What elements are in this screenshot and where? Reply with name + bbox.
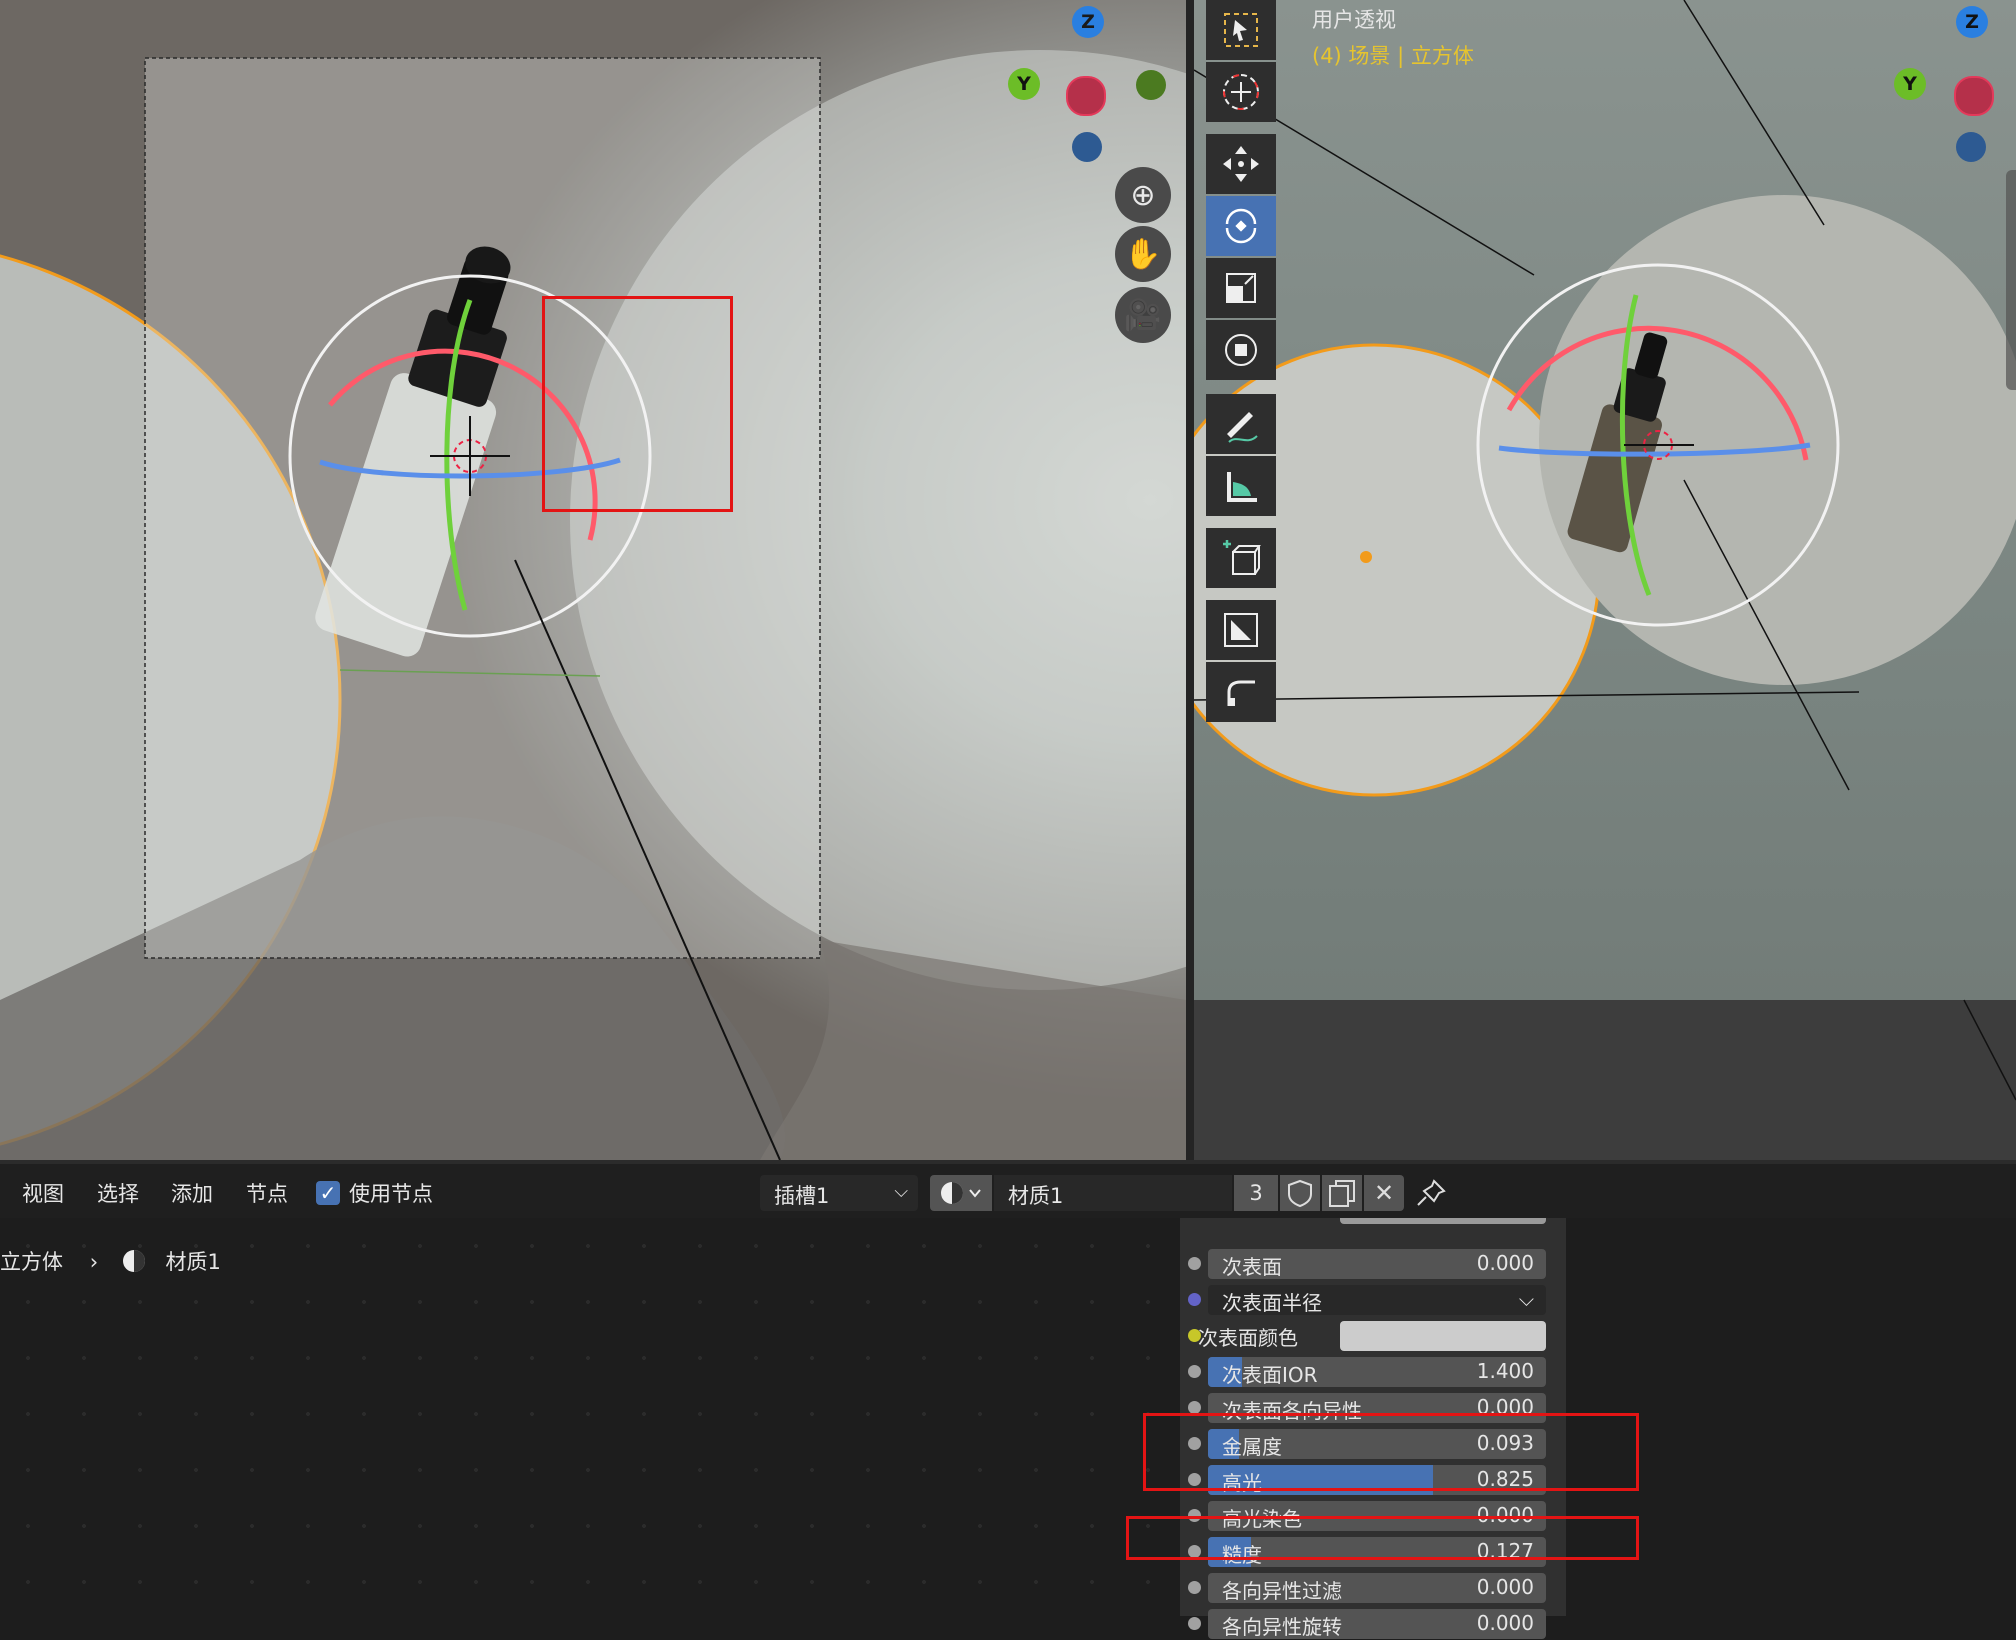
duplicate-icon[interactable] (1322, 1175, 1362, 1211)
socket-label: 各向异性旋转 (1222, 1615, 1342, 1639)
breadcrumb-material: 材质1 (165, 1250, 221, 1274)
zoom-icon[interactable]: ⊕ (1115, 167, 1171, 223)
viewport-scene (0, 50, 1186, 1160)
socket-dot[interactable] (1188, 1617, 1201, 1630)
node-socket-row[interactable]: 各向异性过滤 0.000 (1180, 1572, 1566, 1604)
node-socket-row[interactable]: 次表面颜色 (1180, 1320, 1566, 1352)
camera-icon[interactable]: 🎥 (1115, 287, 1171, 343)
material-sphere-icon (941, 1182, 981, 1204)
highlight-box-roughness (1126, 1516, 1639, 1560)
socket-label: 次表面颜色 (1198, 1326, 1298, 1350)
value-slider[interactable]: 各向异性旋转 0.000 (1208, 1609, 1546, 1639)
node-socket-row[interactable]: 各向异性旋转 0.000 (1180, 1608, 1566, 1640)
node-socket-row[interactable]: 次表面半径 ⌵ (1180, 1284, 1566, 1316)
bevel-icon[interactable] (1206, 662, 1276, 722)
axis-neg-z-gizmo[interactable] (1072, 132, 1102, 162)
cursor-icon[interactable] (1206, 62, 1276, 122)
dropdown-field[interactable]: 次表面半径 ⌵ (1208, 1285, 1546, 1315)
slot-label: 插槽1 (774, 1184, 830, 1208)
socket-label: 次表面半径 (1222, 1291, 1322, 1315)
socket-dot[interactable] (1188, 1365, 1201, 1378)
axis-neg-y-gizmo[interactable] (1136, 70, 1166, 100)
transform-icon[interactable] (1206, 320, 1276, 380)
socket-dot[interactable] (1188, 1581, 1201, 1594)
chevron-right-icon: › (89, 1250, 99, 1274)
axis-z-gizmo[interactable]: Z (1956, 6, 1988, 38)
pin-icon[interactable] (1412, 1175, 1452, 1211)
use-nodes-label[interactable]: 使用节点 (349, 1178, 433, 1208)
axis-neg-z-gizmo[interactable] (1956, 132, 1986, 162)
highlight-box-metal-specular (1143, 1413, 1639, 1491)
measure-icon[interactable] (1206, 456, 1276, 516)
scale-icon[interactable] (1206, 258, 1276, 318)
breadcrumb-object: 立方体 (0, 1250, 63, 1274)
axis-z-gizmo[interactable]: Z (1072, 6, 1104, 38)
sidebar-toggle-tab[interactable] (2006, 170, 2016, 390)
axis-y-gizmo[interactable]: Y (1008, 68, 1040, 100)
chevron-down-icon: ⌵ (1518, 1287, 1534, 1311)
material-name: 材质1 (1008, 1184, 1064, 1208)
socket-label: 各向异性过滤 (1222, 1579, 1342, 1603)
hand-icon[interactable]: ✋ (1115, 226, 1171, 282)
axis-y-gizmo[interactable]: Y (1894, 68, 1926, 100)
material-browse-button[interactable] (930, 1175, 992, 1211)
axis-x-gizmo[interactable] (1066, 76, 1106, 116)
menu-node[interactable]: 节点 (246, 1178, 288, 1208)
menu-view[interactable]: 视图 (22, 1178, 64, 1208)
color-swatch[interactable] (1340, 1321, 1546, 1351)
move-icon[interactable] (1206, 134, 1276, 194)
node-socket-row[interactable]: 次表面 0.000 (1180, 1248, 1566, 1280)
menu-add[interactable]: 添加 (171, 1178, 213, 1208)
select-box-icon[interactable] (1206, 0, 1276, 60)
slot-dropdown[interactable]: 插槽1 ⌵ (760, 1175, 918, 1211)
socket-label: 次表面IOR (1222, 1363, 1318, 1387)
socket-value: 0.000 (1476, 1251, 1534, 1275)
value-slider[interactable]: 次表面IOR 1.400 (1208, 1357, 1546, 1387)
unlink-close-icon[interactable]: ✕ (1364, 1175, 1404, 1211)
viewport-divider[interactable] (1186, 0, 1194, 1160)
material-users-count[interactable]: 3 (1234, 1175, 1278, 1211)
viewport-subtitle: (4) 场景 | 立方体 (1312, 44, 1474, 68)
node-socket-row[interactable]: 次表面IOR 1.400 (1180, 1356, 1566, 1388)
tool-shelf (1206, 0, 1278, 724)
perspective-viewport[interactable]: 用户透视 (4) 场景 | 立方体 Z Y (1194, 0, 2016, 1160)
viewport-scene-right (1194, 0, 2016, 1160)
material-name-field[interactable]: 材质1 (994, 1175, 1232, 1211)
material-sphere-icon (121, 1248, 147, 1274)
socket-value: 0.000 (1476, 1611, 1534, 1635)
rotate-icon[interactable] (1206, 196, 1276, 256)
add-cube-icon[interactable] (1206, 528, 1276, 588)
annotate-icon[interactable] (1206, 394, 1276, 454)
fake-user-shield-icon[interactable] (1280, 1175, 1320, 1211)
use-nodes-checkbox[interactable]: ✓ (316, 1181, 340, 1205)
camera-viewport[interactable]: Z Y ⊕ ✋ 🎥 (0, 0, 1186, 1160)
value-slider[interactable]: 次表面 0.000 (1208, 1249, 1546, 1279)
socket-label: 次表面 (1222, 1255, 1282, 1279)
inset-icon[interactable] (1206, 600, 1276, 660)
socket-value: 1.400 (1476, 1359, 1534, 1383)
scroll-indicator (1340, 1218, 1546, 1224)
chevron-down-icon: ⌵ (894, 1181, 908, 1202)
node-editor-canvas[interactable] (0, 1218, 1180, 1616)
socket-dot[interactable] (1188, 1293, 1201, 1306)
breadcrumb: 立方体 › 材质1 (0, 1246, 221, 1276)
menu-select[interactable]: 选择 (97, 1178, 139, 1208)
highlight-box-viewport (542, 296, 733, 512)
value-slider[interactable]: 各向异性过滤 0.000 (1208, 1573, 1546, 1603)
axis-x-gizmo[interactable] (1954, 76, 1994, 116)
socket-dot[interactable] (1188, 1257, 1201, 1270)
socket-value: 0.000 (1476, 1575, 1534, 1599)
viewport-title: 用户透视 (1312, 8, 1396, 32)
